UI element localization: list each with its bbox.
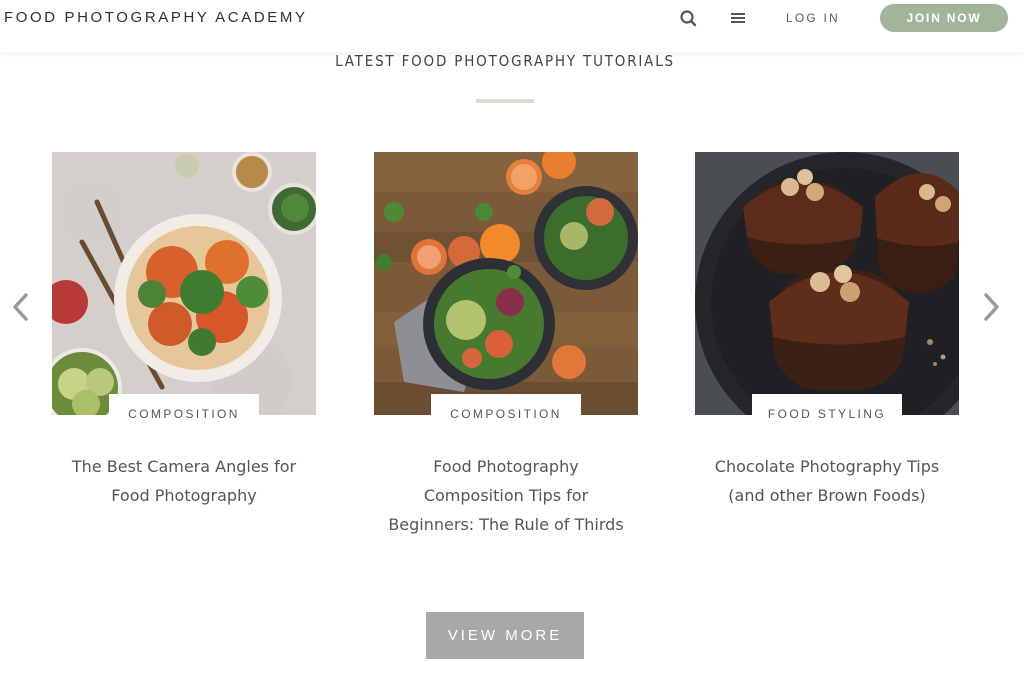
card-title-line: Food Photography [433,457,579,476]
site-header: FOOD PHOTOGRAPHY ACADEMY LOG IN JOIN NOW [0,0,1024,52]
category-badge[interactable]: COMPOSITION [109,394,259,428]
join-now-button[interactable]: JOIN NOW [880,4,1008,32]
search-icon[interactable] [678,8,700,30]
card-title-line: Food Photography [111,486,257,505]
card-image-salad[interactable] [374,152,638,415]
card-title-line: Beginners: The Rule of Thirds [388,515,624,534]
card-title[interactable]: Food Photography Composition Tips for Be… [354,452,658,539]
category-badge[interactable]: FOOD STYLING [752,394,902,428]
card-image-chocolate-cakes[interactable] [695,152,959,415]
site-logo[interactable]: FOOD PHOTOGRAPHY ACADEMY [4,9,308,26]
section-title: LATEST FOOD PHOTOGRAPHY TUTORIALS [335,52,675,70]
view-more-button[interactable]: VIEW MORE [426,612,584,659]
card-title[interactable]: The Best Camera Angles for Food Photogra… [32,452,336,510]
card-title-line: Chocolate Photography Tips [714,457,940,476]
card-title-line: Composition Tips for [423,486,589,505]
chevron-right-icon[interactable] [980,290,1002,324]
hamburger-menu-icon[interactable] [728,8,750,30]
login-link[interactable]: LOG IN [786,11,840,25]
card-image-noodle-bowl[interactable] [52,152,316,415]
title-divider [476,99,534,103]
card-title-line: The Best Camera Angles for [71,457,297,476]
chevron-left-icon[interactable] [10,290,32,324]
card-title[interactable]: Chocolate Photography Tips (and other Br… [675,452,979,510]
category-badge[interactable]: COMPOSITION [431,394,581,428]
card-title-line: (and other Brown Foods) [728,486,926,505]
